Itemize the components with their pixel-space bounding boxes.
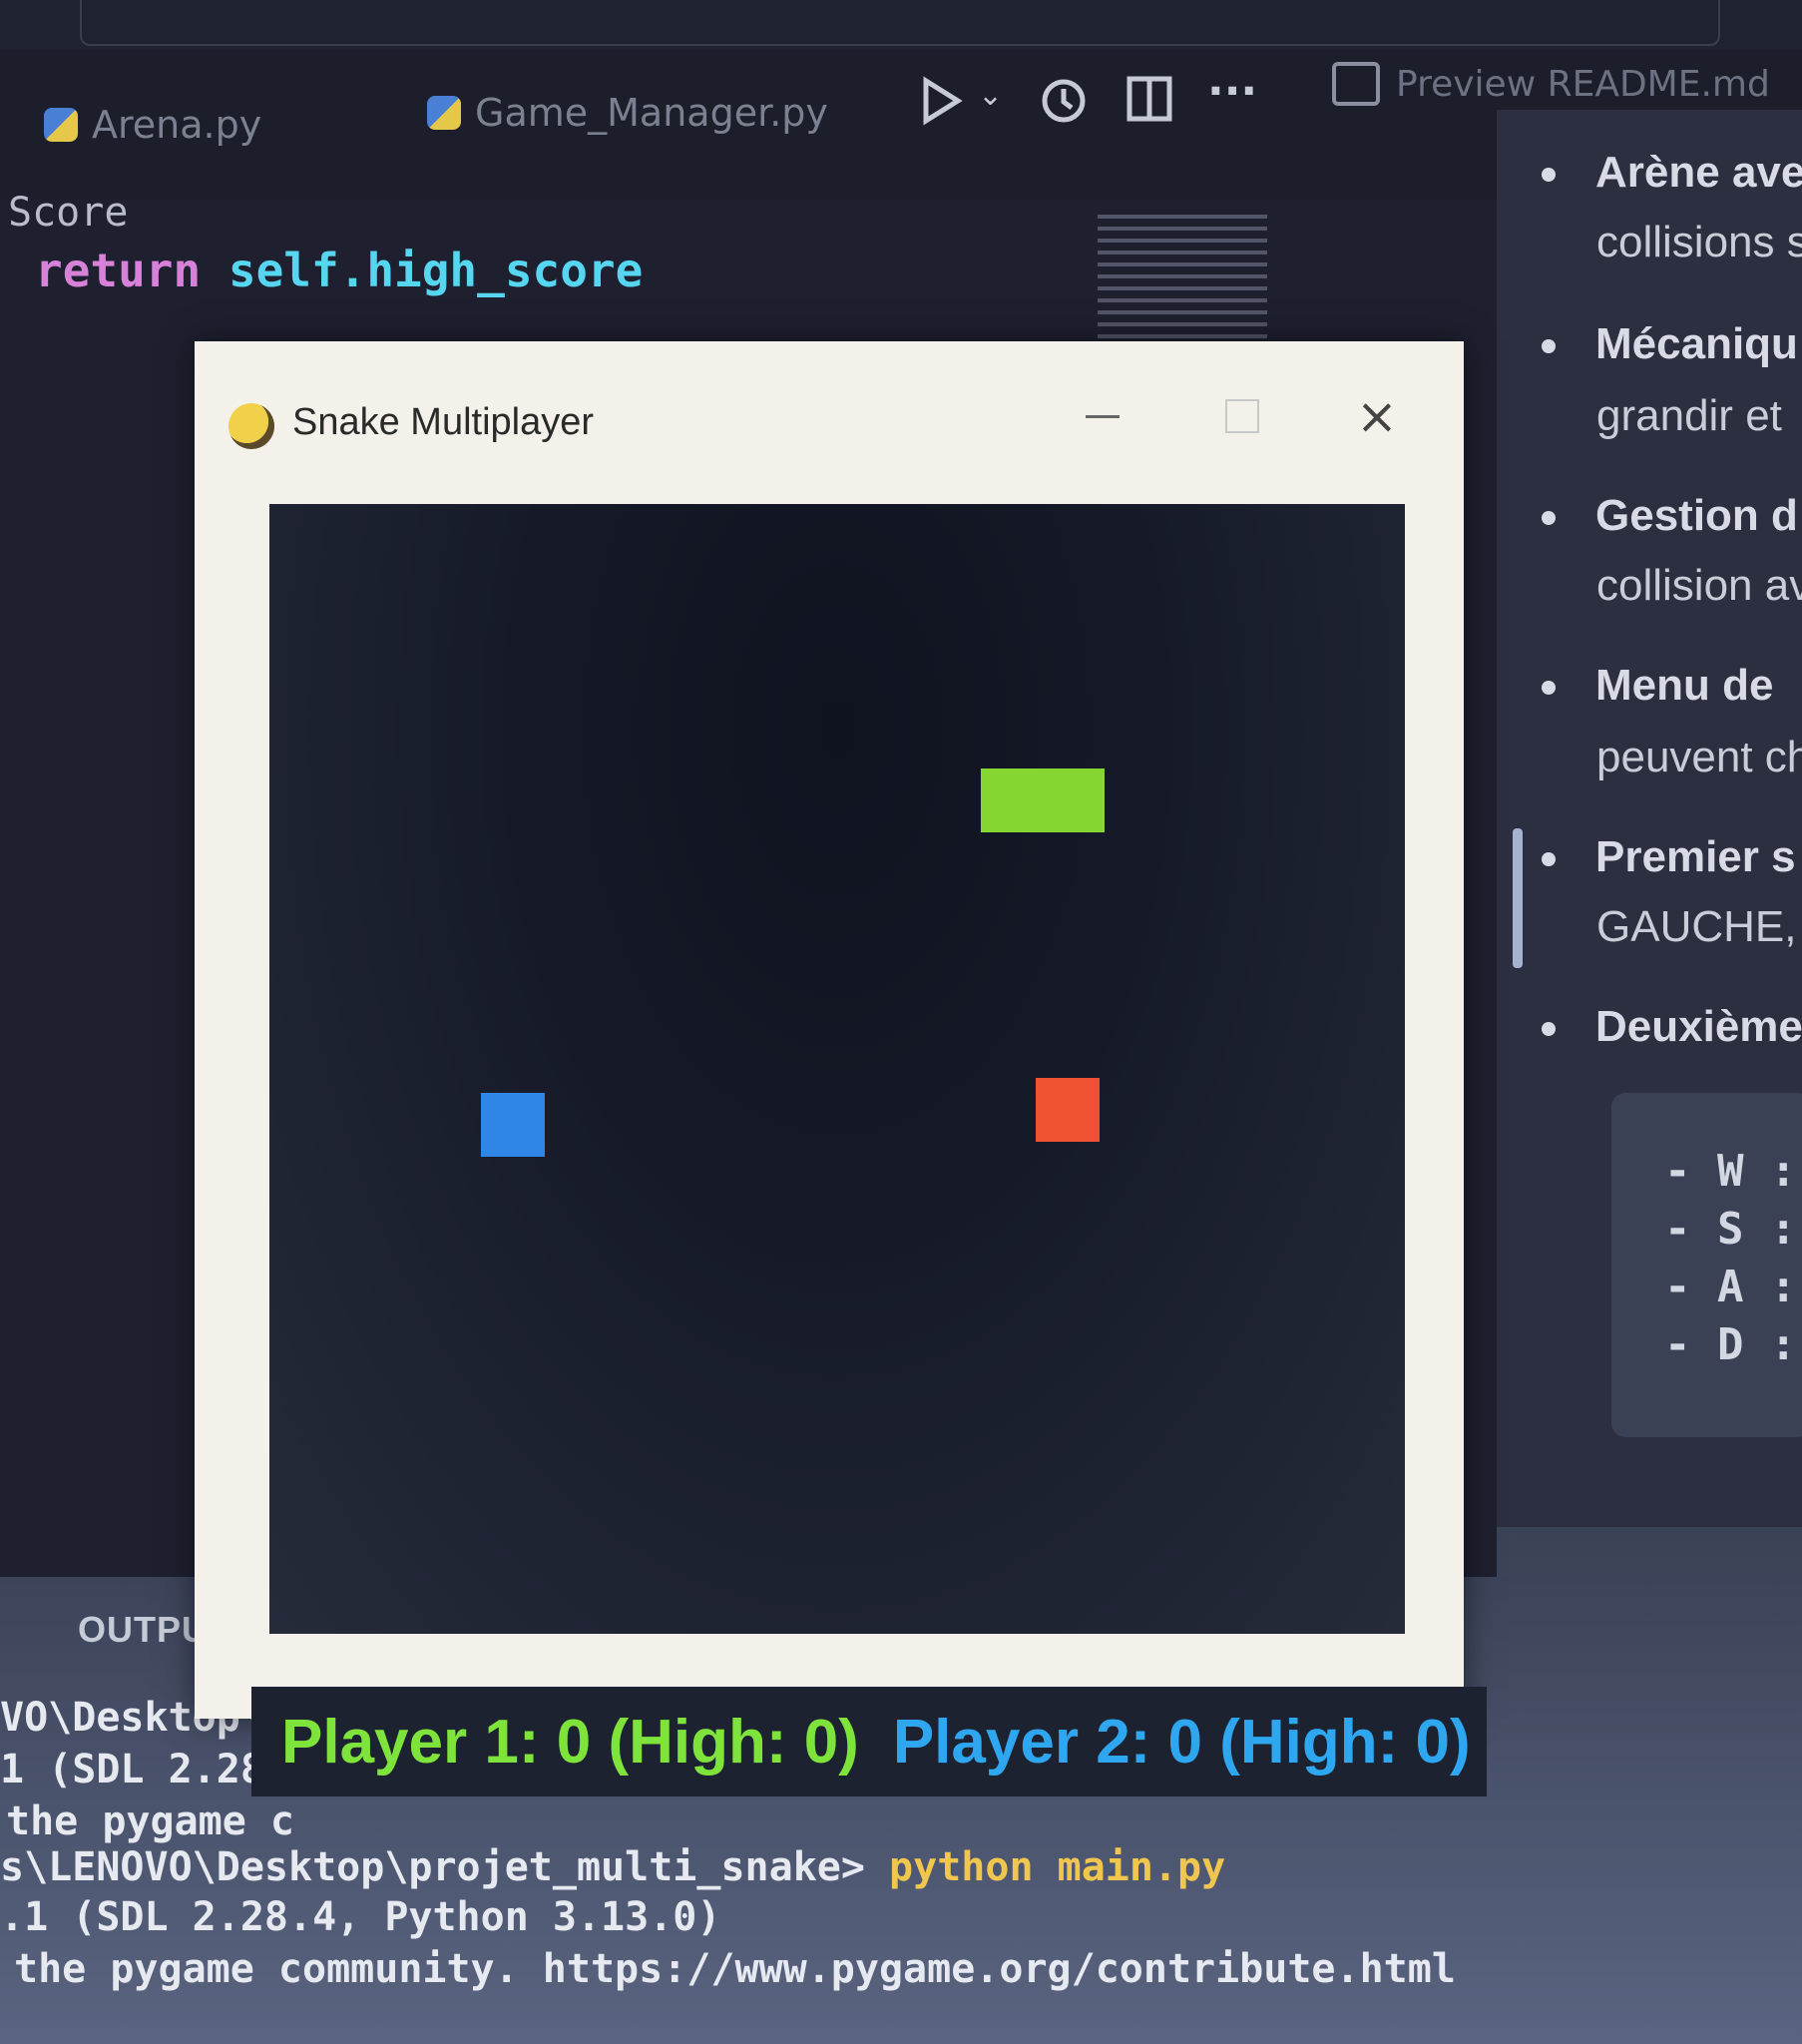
preview-icon (1332, 62, 1380, 106)
readme-bullet-2-line2: grandir et (1596, 391, 1782, 440)
readme-bullet-4-line2: peuvent ch (1596, 733, 1802, 781)
readme-bullet-3: Gestion d (1542, 491, 1798, 541)
blockquote-bar (1513, 828, 1523, 968)
terminal-line-5: .1 (SDL 2.28.4, Python 3.13.0) (0, 1894, 721, 1940)
key-s: - S : (1664, 1204, 1797, 1255)
readme-bullet-5-line2: GAUCHE, I (1596, 902, 1802, 951)
tab-arena[interactable]: Arena.py (44, 100, 261, 150)
play-icon (923, 76, 963, 126)
terminal-prompt: s\LENOVO\Desktop\projet_multi_snake> (0, 1844, 865, 1890)
score-bar: Player 1: 0 (High: 0) Player 2: 0 (High:… (251, 1687, 1487, 1796)
history-icon (1042, 79, 1086, 123)
python-file-icon (44, 108, 78, 142)
readme-bullet-5: Premier s (1542, 832, 1796, 882)
readme-bullet-1: Arène ave (1542, 148, 1802, 198)
tab-preview-readme[interactable]: Preview README.md (1332, 62, 1770, 106)
terminal-line-3: the pygame c (6, 1798, 294, 1844)
more-actions-button[interactable]: ··· (1207, 66, 1257, 117)
code-minimap[interactable] (1098, 215, 1267, 344)
run-dropdown-button[interactable]: ⌄ (978, 78, 1003, 113)
readme-bullet-2: Mécaniqu (1542, 319, 1798, 369)
python-file-icon (427, 96, 461, 130)
readme-bullet-1-line2: collisions s (1596, 218, 1802, 266)
minimize-button[interactable] (1068, 381, 1137, 451)
close-button[interactable]: × (1342, 381, 1412, 451)
tab-game-manager[interactable]: Game_Manager.py (427, 88, 828, 138)
chevron-down-icon: ⌄ (978, 78, 1004, 113)
player-1-score: Player 1: 0 (High: 0) (281, 1707, 859, 1777)
tab-game-manager-label: Game_Manager.py (475, 91, 828, 135)
terminal-command: python main.py (889, 1844, 1226, 1890)
key-a: - A : (1664, 1262, 1797, 1312)
terminal-line-2: 1 (SDL 2.28. (0, 1747, 288, 1792)
maximize-button[interactable] (1207, 381, 1277, 451)
close-icon: × (1356, 387, 1398, 445)
history-button[interactable] (1038, 75, 1090, 140)
tab-preview-label: Preview README.md (1396, 63, 1770, 105)
code-line-return: return self.high_score (35, 244, 643, 297)
readme-bullet-6: Deuxième (1542, 1002, 1802, 1052)
readme-bullet-3-line2: collision av (1596, 561, 1802, 610)
tab-arena-label: Arena.py (92, 103, 262, 147)
maximize-icon (1225, 399, 1259, 433)
readme-bullet-4: Menu de (1542, 661, 1773, 711)
food-item (981, 768, 1105, 832)
terminal-prompt-line: s\LENOVO\Desktop\projet_multi_snake> pyt… (0, 1844, 1225, 1890)
split-editor-button[interactable] (1126, 75, 1173, 136)
code-line-score: Score (8, 190, 129, 236)
minimize-icon (1086, 414, 1120, 418)
player-2-score: Player 2: 0 (High: 0) (892, 1707, 1471, 1777)
pygame-snake-icon (228, 403, 274, 449)
game-arena (269, 504, 1405, 1634)
terminal-line-6: the pygame community. https://www.pygame… (14, 1946, 1456, 1992)
key-d: - D : (1664, 1319, 1797, 1370)
code-attribute: self.high_score (227, 244, 644, 297)
game-window[interactable]: Snake Multiplayer × (195, 341, 1464, 1719)
key-w: - W : (1664, 1146, 1797, 1197)
keyword-return: return (35, 244, 202, 297)
split-editor-icon (1126, 76, 1172, 122)
player-1-snake-head (481, 1093, 545, 1157)
run-button[interactable] (920, 75, 964, 140)
command-center-box[interactable] (80, 0, 1720, 46)
player-2-snake-head (1036, 1078, 1100, 1142)
game-window-title: Snake Multiplayer (292, 401, 595, 443)
